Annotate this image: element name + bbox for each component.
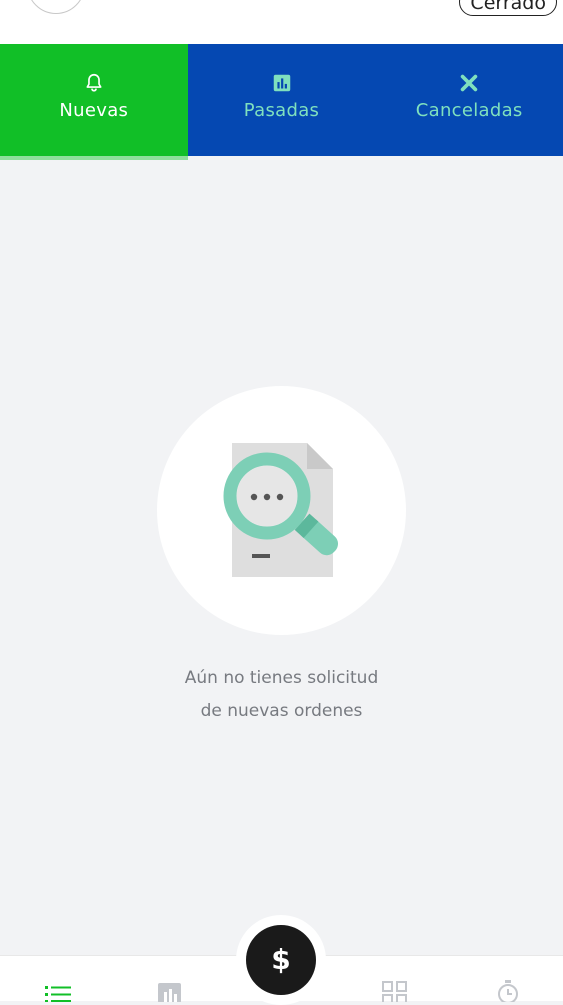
empty-state-line-2: de nuevas ordenes	[200, 701, 363, 721]
payment-fab-container: $	[236, 915, 326, 1005]
tab-label: Canceladas	[415, 100, 523, 121]
tab-label: Nuevas	[59, 100, 129, 121]
payment-button[interactable]: $	[246, 925, 316, 995]
avatar[interactable]	[27, 0, 85, 14]
bell-icon	[86, 73, 102, 92]
status-toggle[interactable]: Cerrado	[459, 0, 557, 16]
stopwatch-icon[interactable]	[495, 980, 521, 1002]
document-search-icon	[223, 443, 339, 577]
grid-icon[interactable]	[382, 980, 408, 1002]
chart-icon[interactable]	[157, 980, 183, 1002]
orders-tab-bar: Nuevas Pasadas Canceladas	[0, 44, 563, 160]
tab-canceladas[interactable]: Canceladas	[375, 44, 563, 156]
tab-pasadas[interactable]: Pasadas	[188, 44, 376, 156]
tab-nuevas[interactable]: Nuevas	[0, 44, 188, 160]
top-bar: Cerrado	[0, 0, 563, 44]
tab-label: Pasadas	[243, 100, 320, 121]
empty-state-illustration	[157, 386, 406, 635]
empty-state-line-1: Aún no tienes solicitud	[184, 668, 379, 688]
empty-state-message: Aún no tienes solicitud de nuevas ordene…	[0, 662, 563, 728]
x-icon	[460, 74, 478, 92]
list-icon[interactable]	[45, 980, 71, 1002]
chart-icon	[273, 74, 290, 92]
